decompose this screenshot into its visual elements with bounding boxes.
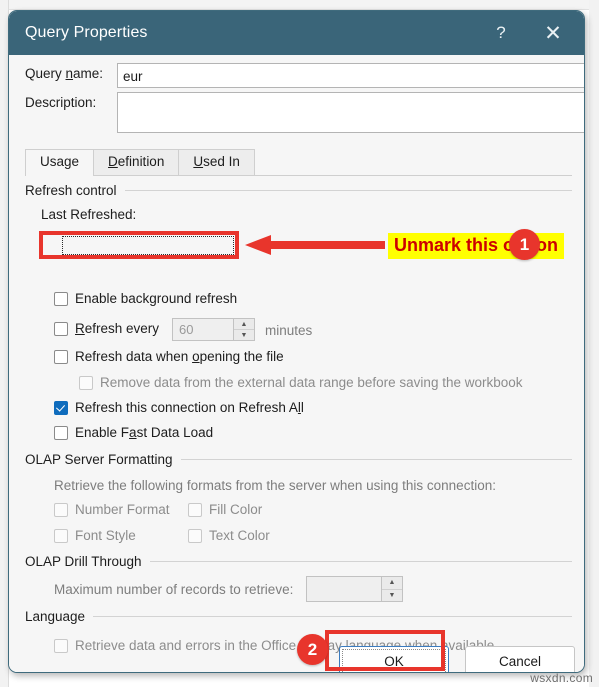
refresh-interval-stepper[interactable]: 60 ▲ ▼ (172, 318, 255, 341)
close-icon[interactable]: ✕ (530, 11, 576, 55)
backdrop-top-strip (0, 0, 599, 10)
refresh-control-group-title: Refresh control (25, 183, 572, 198)
description-row: Description: (25, 92, 584, 133)
max-records-stepper-buttons[interactable]: ▲ ▼ (381, 577, 402, 601)
remove-data-on-save-row: Remove data from the external data range… (79, 375, 523, 390)
annotation-step-badge-2: 2 (297, 634, 328, 665)
number-format-row: Number Format (54, 502, 170, 517)
group-rule (93, 616, 572, 617)
tab-used-in[interactable]: Used In (178, 149, 255, 175)
remove-data-on-save-checkbox (79, 375, 93, 390)
enable-background-refresh-label: Enable background refresh (75, 291, 238, 306)
enable-fast-data-load-row[interactable]: Enable Fast Data Load (54, 425, 213, 440)
group-rule (180, 459, 572, 460)
language-group-label: Language (25, 609, 86, 624)
watermark: wsxdn.com (530, 671, 593, 685)
dialog-titlebar: Query Properties ? ✕ (9, 11, 584, 55)
refresh-control-group-label: Refresh control (25, 183, 117, 198)
fill-color-checkbox (188, 502, 202, 517)
group-rule (149, 561, 572, 562)
backdrop-right-strip (589, 0, 599, 687)
last-refreshed-label: Last Refreshed: (41, 207, 137, 222)
description-input[interactable] (117, 92, 584, 133)
refresh-every-label: Refresh every (75, 321, 160, 336)
refresh-on-open-row[interactable]: Refresh data when opening the file (54, 349, 284, 364)
office-display-language-checkbox (54, 638, 68, 653)
text-color-label: Text Color (209, 528, 270, 543)
tab-usage[interactable]: Usage (25, 149, 95, 176)
refresh-on-open-checkbox[interactable] (54, 349, 68, 364)
query-name-label: Query name: (25, 66, 104, 81)
dialog-title: Query Properties (25, 24, 148, 41)
olap-drill-through-group-title: OLAP Drill Through (25, 554, 572, 569)
group-rule (124, 190, 572, 191)
text-color-checkbox (188, 528, 202, 543)
max-records-stepper[interactable]: ▲ ▼ (306, 576, 403, 602)
dialog-body: Query name: eur Description: Usage Defin… (9, 55, 584, 672)
query-name-row: Query name: eur (25, 63, 584, 88)
text-color-row: Text Color (188, 528, 270, 543)
refresh-control-group: Refresh control (25, 183, 572, 198)
ok-button-label: OK (384, 654, 404, 669)
olap-formats-description: Retrieve the following formats from the … (54, 478, 496, 493)
language-group: Language (25, 609, 572, 624)
tab-definition[interactable]: Definition (93, 149, 180, 175)
enable-fast-data-load-label: Enable Fast Data Load (75, 425, 214, 440)
font-style-checkbox (54, 528, 68, 543)
refresh-every-row[interactable]: Refresh every (54, 321, 159, 336)
refresh-interval-stepper-buttons[interactable]: ▲ ▼ (233, 319, 254, 340)
enable-fast-data-load-checkbox[interactable] (54, 425, 68, 440)
ok-button[interactable]: OK (339, 646, 449, 672)
cancel-button-label: Cancel (498, 654, 542, 669)
language-group-title: Language (25, 609, 572, 624)
enable-background-refresh-checkbox[interactable] (54, 291, 68, 306)
annotation-step-badge-1: 1 (509, 229, 540, 260)
font-style-row: Font Style (54, 528, 136, 543)
query-properties-dialog: Query Properties ? ✕ Query name: eur Des… (8, 10, 585, 673)
cancel-button[interactable]: Cancel (465, 646, 575, 672)
olap-drill-through-group-label: OLAP Drill Through (25, 554, 142, 569)
stepper-down-icon[interactable]: ▼ (234, 330, 254, 340)
refresh-on-refresh-all-row[interactable]: Refresh this connection on Refresh All (54, 400, 304, 415)
remove-data-on-save-label: Remove data from the external data range… (100, 375, 523, 390)
olap-server-formatting-group-title: OLAP Server Formatting (25, 452, 572, 467)
max-records-value[interactable] (307, 577, 381, 601)
stepper-down-icon[interactable]: ▼ (382, 589, 402, 601)
max-records-label: Maximum number of records to retrieve: (54, 582, 294, 597)
number-format-checkbox (54, 502, 68, 517)
stepper-up-icon[interactable]: ▲ (234, 319, 254, 330)
number-format-label: Number Format (75, 502, 170, 517)
refresh-every-checkbox[interactable] (54, 321, 68, 336)
tabstrip: Usage Definition Used In (25, 149, 572, 176)
olap-drill-through-group: OLAP Drill Through (25, 554, 572, 569)
help-icon[interactable]: ? (478, 11, 524, 55)
refresh-interval-units: minutes (265, 323, 313, 338)
refresh-on-refresh-all-checkbox[interactable] (54, 400, 68, 415)
olap-server-formatting-group: OLAP Server Formatting (25, 452, 572, 467)
stepper-up-icon[interactable]: ▲ (382, 577, 402, 590)
font-style-label: Font Style (75, 528, 136, 543)
fill-color-label: Fill Color (209, 502, 263, 517)
fill-color-row: Fill Color (188, 502, 262, 517)
refresh-on-refresh-all-label: Refresh this connection on Refresh All (75, 400, 304, 415)
olap-server-formatting-group-label: OLAP Server Formatting (25, 452, 173, 467)
refresh-interval-value[interactable]: 60 (173, 319, 233, 340)
query-name-input[interactable]: eur (117, 63, 584, 88)
refresh-on-open-label: Refresh data when opening the file (75, 349, 284, 364)
enable-background-refresh-row[interactable]: Enable background refresh (54, 291, 237, 306)
description-label: Description: (25, 95, 97, 110)
